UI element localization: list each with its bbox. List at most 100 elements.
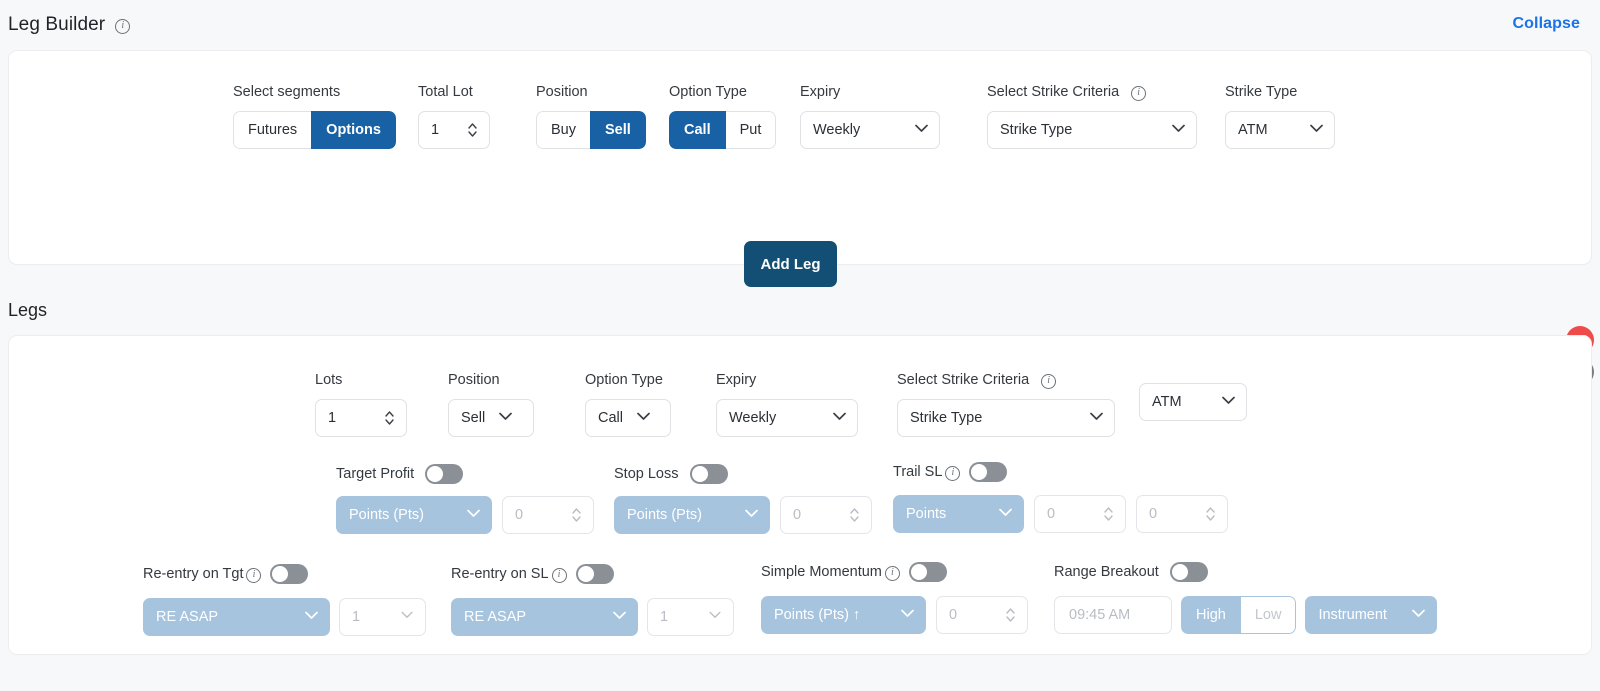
stop-loss-value-input[interactable]: 0: [780, 496, 872, 534]
chevron-up-icon: [572, 508, 581, 514]
target-profit-value-input[interactable]: 0: [502, 496, 594, 534]
strike-type-select[interactable]: ATM: [1225, 111, 1335, 149]
chevron-down-icon: [1310, 124, 1323, 136]
expiry-select[interactable]: Weekly: [800, 111, 940, 149]
expiry-value: Weekly: [813, 122, 861, 138]
segment-option-sell[interactable]: Sell: [590, 111, 646, 149]
range-breakout-instrument-select[interactable]: Instrument: [1305, 596, 1438, 634]
simple-momentum-value-input[interactable]: 0: [936, 596, 1028, 634]
segment-control-position[interactable]: Buy Sell: [536, 111, 646, 149]
trail-sl-value2: 0: [1149, 506, 1158, 522]
reentry-tgt-mode-select[interactable]: RE ASAP: [143, 598, 330, 636]
range-breakout-option-high[interactable]: High: [1181, 596, 1241, 634]
info-icon[interactable]: [551, 567, 567, 583]
simple-momentum-toggle[interactable]: [908, 562, 947, 582]
target-profit-unit-select[interactable]: Points (Pts): [336, 496, 492, 534]
chevron-down-icon: [1104, 515, 1113, 521]
trail-sl-toggle[interactable]: [969, 462, 1008, 482]
range-breakout-toggle[interactable]: [1169, 562, 1208, 582]
strike-criteria-select[interactable]: Strike Type: [987, 111, 1197, 149]
info-icon[interactable]: [945, 465, 961, 481]
field-leg-strike-criteria: Select Strike Criteria Strike Type: [897, 372, 1115, 437]
info-icon[interactable]: [1041, 373, 1057, 389]
range-breakout-header: Range Breakout: [1054, 562, 1437, 582]
leg-option-type-select[interactable]: Call: [585, 399, 671, 437]
segment-control-option-type[interactable]: Call Put: [669, 111, 777, 149]
target-profit-toggle[interactable]: [425, 464, 464, 484]
simple-momentum-unit-select[interactable]: Points (Pts) ↑: [761, 596, 926, 634]
target-profit-stepper[interactable]: [569, 504, 584, 526]
leg-strike-type-select[interactable]: ATM: [1139, 383, 1247, 421]
target-profit-unit-value: Points (Pts): [349, 507, 424, 523]
add-leg-button[interactable]: Add Leg: [744, 241, 837, 287]
segment-option-put[interactable]: Put: [724, 111, 777, 149]
target-profit-value: 0: [515, 507, 524, 523]
segment-option-call[interactable]: Call: [669, 111, 726, 149]
chevron-down-icon: [1090, 412, 1103, 424]
leg-option-type-value: Call: [598, 410, 623, 426]
leg-expiry-value: Weekly: [729, 410, 777, 426]
segment-option-futures[interactable]: Futures: [233, 111, 313, 149]
stop-loss-unit-select[interactable]: Points (Pts): [614, 496, 770, 534]
range-breakout-highlow-control[interactable]: High Low: [1181, 596, 1297, 634]
simple-momentum-value: 0: [949, 607, 958, 623]
page-header: Leg Builder Collapse: [0, 0, 1600, 50]
field-position: Position Buy Sell: [536, 84, 646, 149]
range-breakout-option-low[interactable]: Low: [1239, 596, 1297, 634]
total-lot-stepper[interactable]: [465, 119, 480, 141]
chevron-up-icon: [468, 123, 477, 129]
stop-loss-stepper[interactable]: [847, 504, 862, 526]
total-lot-input[interactable]: 1: [418, 111, 490, 149]
trail-sl-value1: 0: [1047, 506, 1056, 522]
simple-momentum-stepper[interactable]: [1003, 604, 1018, 626]
range-breakout-time-value: 09:45 AM: [1069, 607, 1131, 623]
reentry-sl-mode-select[interactable]: RE ASAP: [451, 598, 638, 636]
chevron-down-icon: [1206, 515, 1215, 521]
segment-option-buy[interactable]: Buy: [536, 111, 591, 149]
label-option-type: Option Type: [669, 84, 747, 100]
range-breakout-time-input[interactable]: 09:45 AM: [1054, 596, 1172, 634]
trail-sl-value1-input[interactable]: 0: [1034, 495, 1126, 533]
chevron-down-icon: [401, 611, 413, 623]
trail-sl-value2-input[interactable]: 0: [1136, 495, 1228, 533]
label-reentry-sl-text: Re-entry on SL: [451, 566, 549, 582]
field-strike-type: Strike Type ATM: [1225, 84, 1335, 149]
reentry-tgt-count-select[interactable]: 1: [339, 598, 426, 636]
label-position: Position: [536, 84, 588, 100]
chevron-down-icon: [637, 412, 650, 424]
chevron-down-icon: [1222, 396, 1235, 408]
chevron-down-icon: [999, 508, 1012, 520]
leg-expiry-select[interactable]: Weekly: [716, 399, 858, 437]
stop-loss-toggle[interactable]: [689, 464, 728, 484]
info-icon[interactable]: [1131, 85, 1147, 101]
label-strike-criteria: Select Strike Criteria: [987, 84, 1197, 101]
reentry-sl-toggle[interactable]: [575, 564, 614, 584]
leg-lots-stepper[interactable]: [382, 407, 397, 429]
leg-strike-criteria-select[interactable]: Strike Type: [897, 399, 1115, 437]
reentry-tgt-toggle[interactable]: [270, 564, 309, 584]
reentry-tgt-mode-value: RE ASAP: [156, 609, 219, 625]
field-leg-position: Position Sell: [448, 372, 534, 437]
info-icon[interactable]: [884, 565, 900, 581]
info-icon[interactable]: [115, 18, 131, 34]
reentry-sl-count-value: 1: [660, 609, 669, 625]
reentry-tgt-count-value: 1: [352, 609, 361, 625]
reentry-sl-count-select[interactable]: 1: [647, 598, 734, 636]
segment-option-options[interactable]: Options: [311, 111, 396, 149]
field-leg-strike-type: ATM: [1139, 372, 1247, 421]
segment-control-segments[interactable]: Futures Options: [233, 111, 396, 149]
leg-position-select[interactable]: Sell: [448, 399, 534, 437]
info-icon[interactable]: [246, 567, 262, 583]
label-stop-loss: Stop Loss: [614, 466, 679, 482]
field-total-lot: Total Lot 1: [418, 84, 490, 149]
leg-builder-page: Leg Builder Collapse Select segments Fut…: [0, 0, 1600, 691]
chevron-down-icon: [850, 516, 859, 522]
leg-lots-input[interactable]: 1: [315, 399, 407, 437]
trail-sl-unit-select[interactable]: Points: [893, 495, 1024, 533]
trail-sl-stepper-1[interactable]: [1101, 503, 1116, 525]
trail-sl-stepper-2[interactable]: [1203, 503, 1218, 525]
range-breakout-instrument-value: Instrument: [1318, 607, 1387, 623]
collapse-button[interactable]: Collapse: [1513, 15, 1581, 33]
label-select-segments: Select segments: [233, 84, 341, 100]
page-title: Leg Builder: [8, 14, 106, 35]
